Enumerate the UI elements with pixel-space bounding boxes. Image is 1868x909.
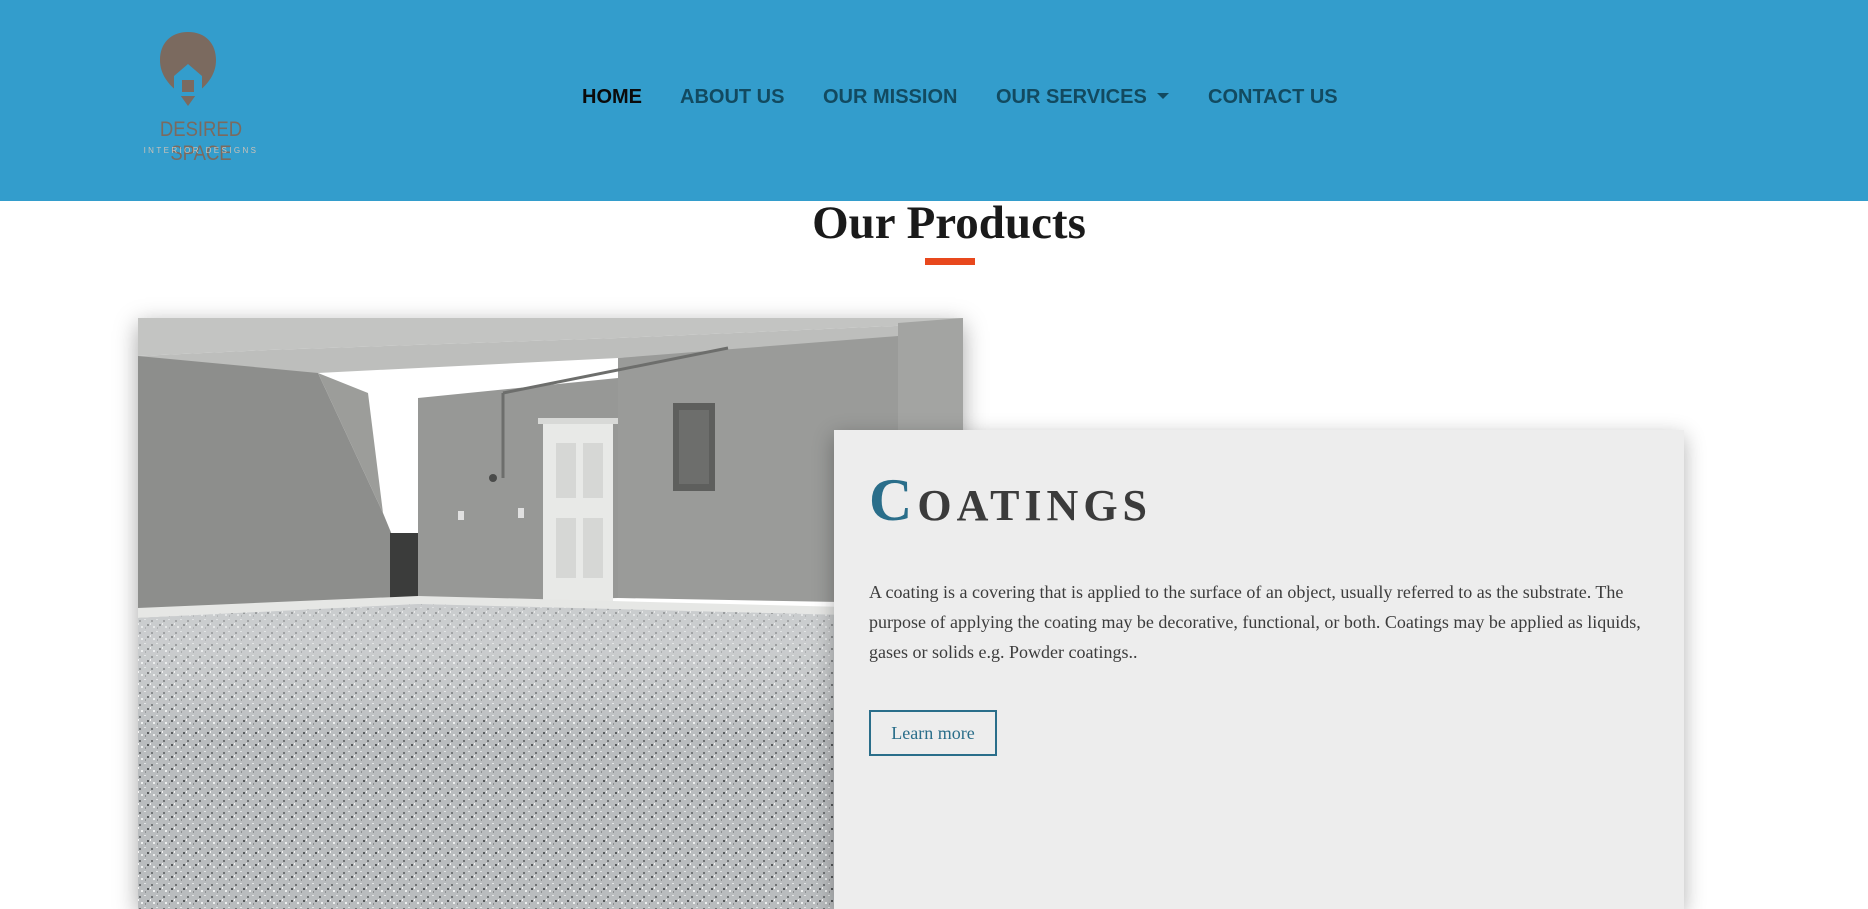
card-title-rest: OATINGS (917, 481, 1153, 530)
title-underline (925, 258, 975, 265)
card-title: COATINGS (869, 466, 1152, 535)
nav-home[interactable]: HOME (582, 86, 642, 109)
nav-contact-us[interactable]: CONTACT US (1208, 86, 1338, 109)
site-header: DESIRED SPACE INTERIOR DESIGNS HOME ABOU… (0, 0, 1868, 201)
main-nav: HOME ABOUT US OUR MISSION OUR SERVICES C… (0, 86, 1868, 112)
nav-our-services[interactable]: OUR SERVICES (996, 86, 1169, 109)
brand-tagline: INTERIOR DESIGNS (143, 146, 259, 155)
nav-our-mission[interactable]: OUR MISSION (823, 86, 957, 109)
card-title-initial: C (869, 467, 918, 533)
product-card: COATINGS A coating is a covering that is… (834, 430, 1684, 909)
section-title: Our Products (812, 197, 1086, 249)
nav-about-us[interactable]: ABOUT US (680, 86, 784, 109)
chevron-down-icon (1156, 93, 1169, 99)
brand-name: DESIRED SPACE (159, 118, 243, 165)
nav-our-services-label: OUR SERVICES (996, 86, 1147, 108)
card-description: A coating is a covering that is applied … (869, 582, 1641, 662)
learn-more-button[interactable]: Learn more (869, 710, 997, 756)
